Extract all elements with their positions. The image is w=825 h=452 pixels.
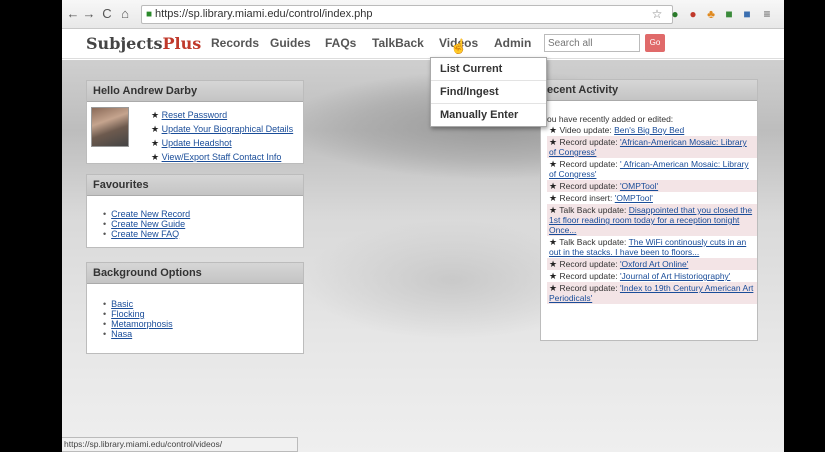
list-item: ★ Record update: 'Index to 19th Century … (547, 282, 757, 304)
star-icon: ★ (151, 110, 160, 120)
star-icon: ★ (549, 159, 558, 169)
hello-panel: Hello Andrew Darby ★ Reset Password ★ Up… (86, 80, 304, 164)
background-options-panel: Background Options Basic Flocking Metamo… (86, 262, 304, 354)
list-item: ★ Talk Back update: Disappointed that yo… (547, 204, 757, 236)
star-icon: ★ (549, 125, 558, 135)
list-item: Nasa (103, 329, 173, 339)
hand-cursor-icon: ☝ (450, 38, 468, 54)
nav-records[interactable]: Records (211, 36, 259, 50)
site-logo[interactable]: SubjectsPlus (86, 34, 201, 53)
pinterest-extension-icon[interactable]: ● (686, 7, 700, 21)
activity-link[interactable]: 'OMPTool' (620, 181, 658, 191)
avatar (91, 107, 129, 147)
star-icon: ★ (549, 283, 558, 293)
star-icon: ★ (549, 205, 558, 215)
list-item: Flocking (103, 309, 173, 319)
activity-link[interactable]: 'OMPTool' (615, 193, 653, 203)
extension-icon-3[interactable]: ■ (740, 7, 754, 21)
nav-talkback[interactable]: TalkBack (372, 36, 424, 50)
address-bar[interactable]: ■ https://sp.library.miami.edu/control/in… (141, 5, 673, 24)
bg-nasa-link[interactable]: Nasa (111, 329, 132, 339)
browser-toolbar: ← → C ⌂ ■ https://sp.library.miami.edu/co… (62, 0, 784, 29)
recent-activity-title: ecent Activity (541, 80, 757, 101)
list-item: ★ Record insert: 'OMPTool' (549, 193, 653, 203)
menu-icon[interactable]: ≡ (760, 7, 774, 21)
bg-metamorphosis-link[interactable]: Metamorphosis (111, 319, 173, 329)
home-icon[interactable]: ⌂ (118, 6, 132, 22)
star-icon: ★ (549, 237, 558, 247)
site-header: SubjectsPlus Records Guides FAQs TalkBac… (62, 29, 784, 59)
recent-activity-list: ★ Video update: Ben's Big Boy Bed ★ Reco… (547, 124, 757, 304)
hello-panel-title: Hello Andrew Darby (87, 81, 303, 102)
create-guide-link[interactable]: Create New Guide (111, 219, 185, 229)
favourites-list: Create New Record Create New Guide Creat… (103, 209, 190, 239)
menu-item-list-current[interactable]: List Current (431, 58, 546, 81)
nav-admin[interactable]: Admin (494, 36, 531, 50)
list-item: ★ Record update: 'OMPTool' (547, 180, 757, 192)
star-icon: ★ (151, 124, 160, 134)
forward-arrow-icon[interactable]: → (82, 6, 96, 22)
update-headshot-link[interactable]: Update Headshot (162, 138, 232, 148)
create-record-link[interactable]: Create New Record (111, 209, 190, 219)
background-options-title: Background Options (87, 263, 303, 284)
bg-flocking-link[interactable]: Flocking (111, 309, 145, 319)
extension-icon-2[interactable]: ■ (722, 7, 736, 21)
update-bio-link[interactable]: Update Your Biographical Details (162, 124, 294, 134)
list-item: Create New FAQ (103, 229, 190, 239)
list-item: ★ Video update: Ben's Big Boy Bed (549, 125, 685, 135)
reload-icon[interactable]: C (100, 6, 114, 22)
search-go-button[interactable]: Go (645, 34, 665, 52)
lock-icon: ■ (146, 9, 153, 20)
export-contact-link[interactable]: View/Export Staff Contact Info (162, 152, 282, 162)
nav-guides[interactable]: Guides (270, 36, 311, 50)
list-item: ★ Talk Back update: The WiFi continously… (549, 237, 747, 257)
recent-activity-panel: ecent Activity ou have recently added or… (540, 79, 758, 341)
bookmark-star-icon[interactable]: ☆ (650, 7, 664, 21)
browser-window: ← → C ⌂ ■ https://sp.library.miami.edu/co… (62, 0, 784, 452)
nav-faqs[interactable]: FAQs (325, 36, 356, 50)
recent-activity-intro: ou have recently added or edited: (547, 114, 674, 124)
address-url: https://sp.library.miami.edu/control/ind… (155, 8, 373, 20)
activity-link[interactable]: Ben's Big Boy Bed (614, 125, 684, 135)
star-icon: ★ (151, 152, 160, 162)
search-input[interactable] (544, 34, 640, 52)
star-icon: ★ (549, 259, 558, 269)
hello-links: ★ Reset Password ★ Update Your Biographi… (151, 109, 293, 165)
menu-item-manually-enter[interactable]: Manually Enter (431, 104, 546, 127)
list-item: ★ Record update: ' African-American Mosa… (549, 159, 749, 179)
activity-link[interactable]: 'Journal of Art Historiography' (620, 271, 731, 281)
list-item: ★ Record update: 'Oxford Art Online' (547, 258, 757, 270)
evernote-extension-icon[interactable]: ● (668, 7, 682, 21)
star-icon: ★ (549, 193, 558, 203)
back-arrow-icon[interactable]: ← (66, 6, 80, 22)
star-icon: ★ (549, 181, 558, 191)
menu-item-find-ingest[interactable]: Find/Ingest (431, 81, 546, 104)
list-item: Basic (103, 299, 173, 309)
activity-link[interactable]: 'Oxford Art Online' (620, 259, 688, 269)
star-icon: ★ (151, 138, 160, 148)
list-item: Metamorphosis (103, 319, 173, 329)
background-options-list: Basic Flocking Metamorphosis Nasa (103, 299, 173, 339)
extension-icon[interactable]: ♣ (704, 7, 718, 21)
favourites-panel: Favourites Create New Record Create New … (86, 174, 304, 248)
star-icon: ★ (549, 137, 558, 147)
browser-status-bar: https://sp.library.miami.edu/control/vid… (62, 437, 298, 452)
star-icon: ★ (549, 271, 558, 281)
list-item: Create New Record (103, 209, 190, 219)
list-item: Create New Guide (103, 219, 190, 229)
list-item: ★ Record update: 'Journal of Art Histori… (549, 271, 731, 281)
reset-password-link[interactable]: Reset Password (162, 110, 228, 120)
favourites-panel-title: Favourites (87, 175, 303, 196)
videos-dropdown-menu: List Current Find/Ingest Manually Enter (430, 57, 547, 127)
bg-basic-link[interactable]: Basic (111, 299, 133, 309)
list-item: ★ Record update: 'African-American Mosai… (547, 136, 757, 158)
create-faq-link[interactable]: Create New FAQ (111, 229, 179, 239)
